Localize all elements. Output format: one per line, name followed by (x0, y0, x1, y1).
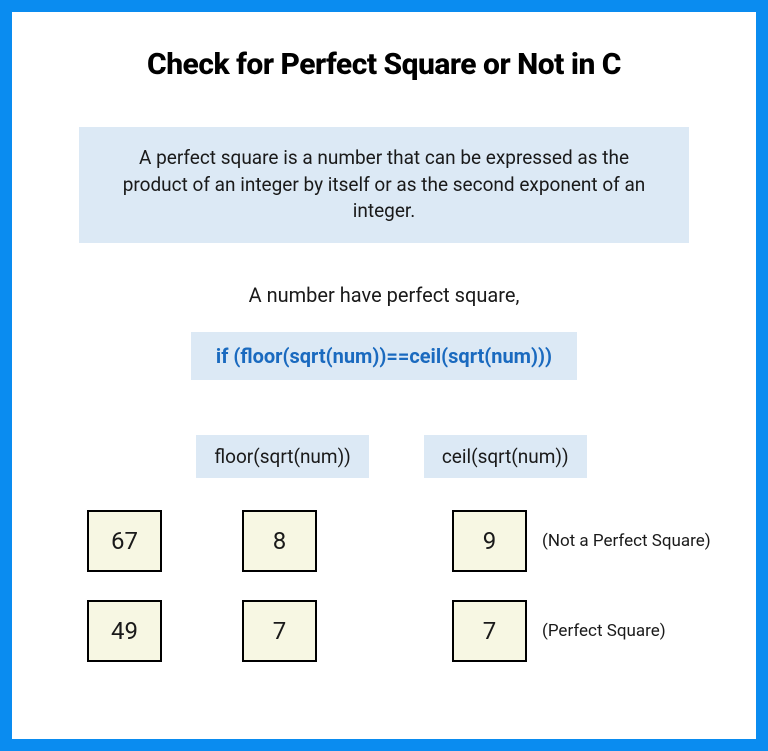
input-number-box: 49 (87, 600, 162, 662)
page-title: Check for Perfect Square or Not in C (52, 47, 716, 82)
condition-code-box: if (floor(sqrt(num))==ceil(sqrt(num))) (191, 332, 577, 380)
ceil-value-box: 7 (452, 600, 527, 662)
definition-box: A perfect square is a number that can be… (79, 127, 690, 243)
diagram-frame: Check for Perfect Square or Not in C A p… (0, 0, 768, 751)
example-row: 67 8 9 (Not a Perfect Square) (52, 510, 716, 572)
column-headers-row: floor(sqrt(num)) ceil(sqrt(num)) (67, 435, 716, 478)
result-label: (Perfect Square) (542, 621, 666, 641)
ceil-header: ceil(sqrt(num)) (424, 435, 587, 478)
floor-header: floor(sqrt(num)) (196, 435, 369, 478)
input-number-box: 67 (87, 510, 162, 572)
subtitle-text: A number have perfect square, (52, 283, 716, 307)
floor-value-box: 8 (242, 510, 317, 572)
ceil-value-box: 9 (452, 510, 527, 572)
example-row: 49 7 7 (Perfect Square) (52, 600, 716, 662)
result-label: (Not a Perfect Square) (542, 531, 711, 551)
floor-value-box: 7 (242, 600, 317, 662)
